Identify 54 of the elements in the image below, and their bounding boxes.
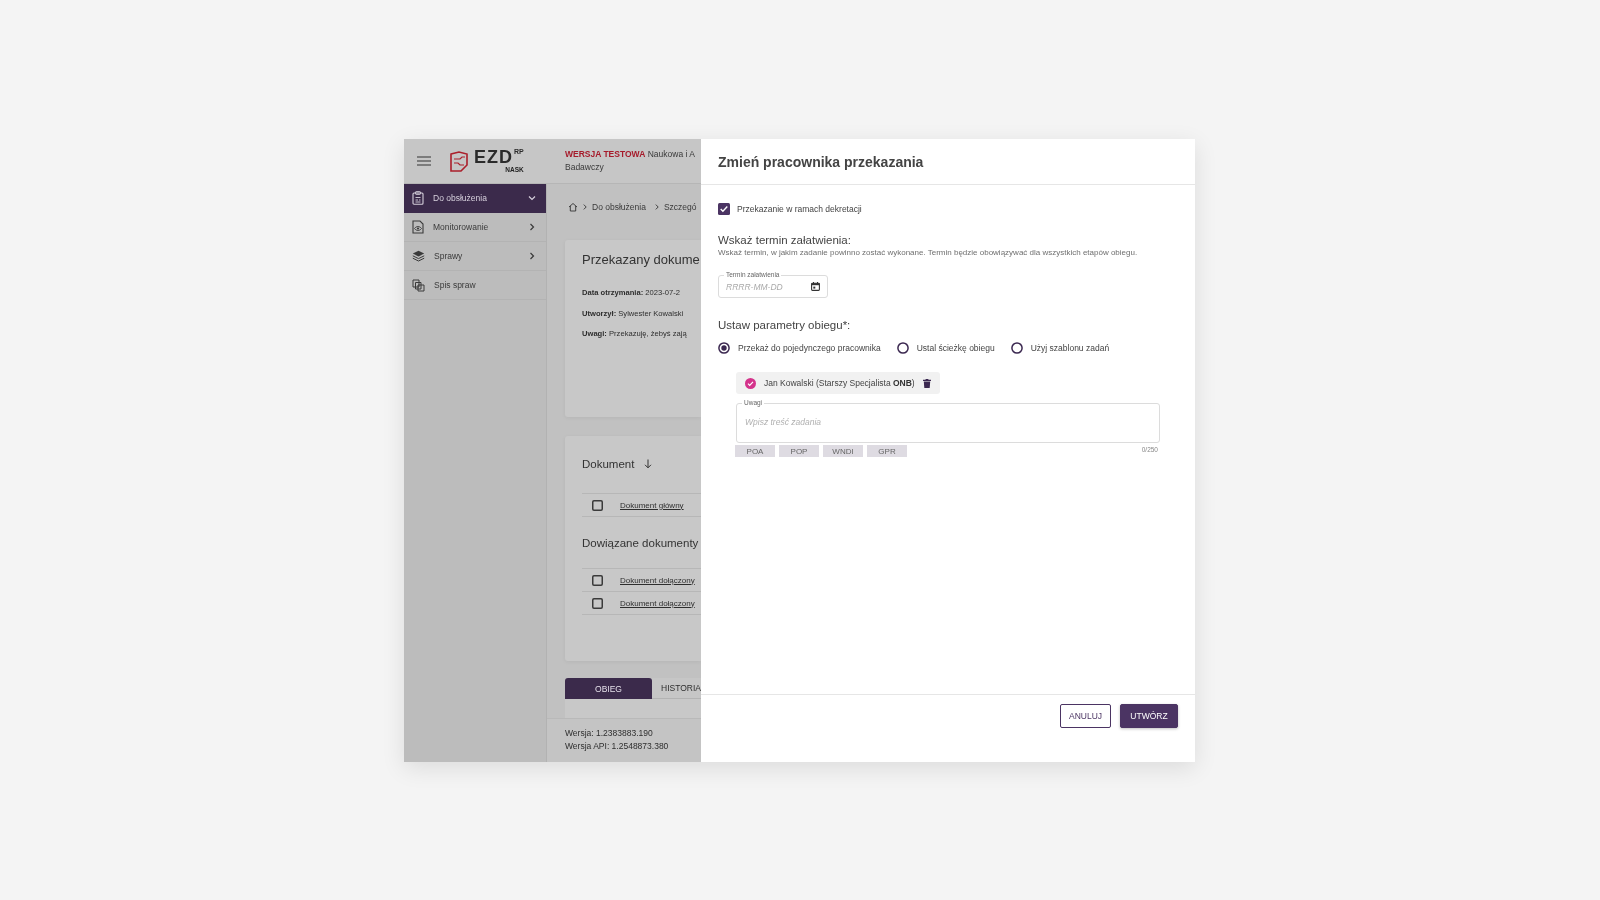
document-link[interactable]: Dokument główny [620,500,684,510]
organization-name: Badawczy [565,162,604,172]
section-heading: Wskaż termin załatwienia: [718,233,851,248]
shortcut-tag[interactable]: POA [735,445,775,457]
chevron-right-icon [654,204,659,210]
shortcut-tag[interactable]: GPR [867,445,907,457]
breadcrumb-current: Szczegó [663,202,697,212]
radio-button[interactable] [718,342,730,354]
chevron-right-icon [583,204,587,210]
clipboard-icon [412,191,424,205]
logo-icon [449,150,469,172]
checkbox[interactable] [592,499,603,511]
arrow-down-icon[interactable] [644,459,653,469]
test-version-label: WERSJA TESTOWA [565,149,646,159]
shortcut-tag[interactable]: WNDI [823,445,863,457]
section-heading: Dokument [582,457,635,472]
document-eye-icon [412,220,424,234]
radio-label: Ustal ścieżkę obiegu [916,343,995,353]
trash-icon[interactable] [922,378,931,388]
check-circle-icon [745,377,756,389]
radio-button[interactable] [896,342,909,354]
checkbox[interactable] [592,597,603,609]
hint-text: Wskaż termin, w jakim zadanie powinno zostać wykonane. Termin będzie obowiązywać dla wszystkich etapów obiegu. [718,248,1138,258]
tab[interactable]: OBIEG [565,678,652,699]
organization-name: Naukowa i A [647,149,695,159]
section-heading: Dowiązane dokumenty [582,536,699,551]
documents-icon [412,278,425,292]
document-title: Przekazany dokume [582,251,700,269]
document-link[interactable]: Dokument dołączony [620,598,695,608]
home-icon[interactable] [568,202,578,212]
sidebar-item[interactable]: Do obsłużenia [404,184,546,213]
radio-label: Użyj szablonu zadań [1030,343,1110,353]
radio-label: Przekaż do pojedynczego pracownika [738,343,881,353]
sidebar-item[interactable]: Spis spraw [404,271,546,300]
checkbox[interactable] [592,574,603,586]
document-link[interactable]: Dokument dołączony [620,575,695,585]
calendar-icon[interactable] [811,282,820,291]
assignee-name: Jan Kowalski (Starszy Specjalista ONB) [764,378,915,388]
sidebar-item[interactable]: Monitorowanie [404,213,546,242]
create-button[interactable]: UTWÓRZ [1120,704,1178,728]
version-text: Wersja API: 1.2548873.380 [565,740,669,753]
checkbox[interactable] [718,203,730,215]
layers-icon [412,250,425,262]
shortcut-tag[interactable]: POP [779,445,819,457]
section-heading: Ustaw parametry obiegu*: [718,318,851,333]
cancel-button[interactable]: ANULUJ [1060,704,1111,728]
sidebar-item[interactable]: Sprawy [404,242,546,271]
dialog-title: Zmień pracownika przekazania [718,153,924,170]
tab[interactable]: HISTORIA [652,678,701,699]
breadcrumb-link[interactable]: Do obsłużenia [592,202,646,212]
radio-button[interactable] [1010,342,1023,354]
checkbox-label: Przekazanie w ramach dekretacji [737,204,862,214]
logo-text: EZD [474,148,513,167]
version-text: Wersja: 1.2383883.190 [565,727,653,740]
